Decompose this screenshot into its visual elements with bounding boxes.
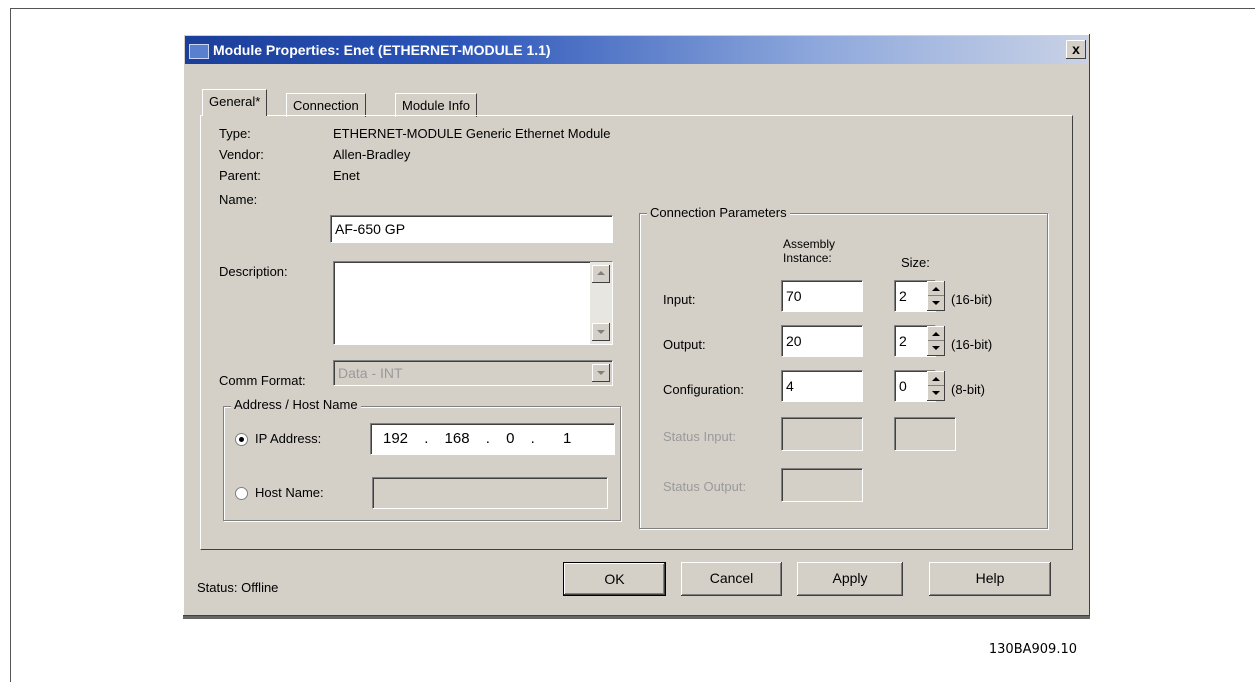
host-name-input[interactable] <box>372 477 608 509</box>
ip-octet-4: 1 <box>562 430 572 447</box>
spin-down-icon <box>932 346 940 350</box>
status-output-label: Status Output: <box>663 479 747 494</box>
status-input-size-field[interactable] <box>894 417 956 451</box>
status-input-label: Status Input: <box>663 429 736 444</box>
description-textarea[interactable] <box>333 261 613 345</box>
ip-dot-2: . <box>485 430 490 447</box>
input-size-spinner[interactable] <box>927 281 945 311</box>
spin-divider <box>928 295 944 296</box>
vendor-value: Allen-Bradley <box>333 147 411 162</box>
scroll-up-button[interactable] <box>592 265 610 283</box>
output-instance-field[interactable]: 20 <box>781 325 863 357</box>
comm-format-value: Data - INT <box>338 365 403 381</box>
tab-module-info[interactable]: Module Info <box>395 93 477 117</box>
parent-value: Enet <box>333 168 360 183</box>
window-title: Module Properties: Enet (ETHERNET-MODULE… <box>213 42 551 58</box>
tab-general[interactable]: General* <box>202 89 268 116</box>
host-name-label: Host Name: <box>255 485 324 500</box>
spin-divider <box>928 385 944 386</box>
dialog-bottom-separator <box>183 616 1090 619</box>
output-unit: (16-bit) <box>951 337 993 352</box>
configuration-instance-field[interactable]: 4 <box>781 370 863 402</box>
type-value: ETHERNET-MODULE Generic Ethernet Module <box>333 126 611 141</box>
chevron-down-icon <box>597 371 605 375</box>
scroll-up-icon <box>597 271 605 275</box>
comm-format-select[interactable]: Data - INT <box>333 360 613 386</box>
comm-format-dropdown-button[interactable] <box>592 364 610 382</box>
help-button[interactable]: Help <box>929 562 1051 596</box>
vendor-label: Vendor: <box>219 147 264 162</box>
status-input-instance-field[interactable] <box>781 417 863 451</box>
spin-up-icon <box>932 377 940 381</box>
type-label: Type: <box>219 126 251 141</box>
spin-down-icon <box>932 391 940 395</box>
output-label: Output: <box>663 337 706 352</box>
tab-connection[interactable]: Connection <box>286 93 366 117</box>
module-properties-dialog: Module Properties: Enet (ETHERNET-MODULE… <box>183 34 1090 616</box>
input-unit: (16-bit) <box>951 292 993 307</box>
description-label: Description: <box>219 264 288 279</box>
page-frame-top <box>10 8 1255 9</box>
ip-octet-1: 192 <box>383 430 409 447</box>
spin-down-icon <box>932 301 940 305</box>
close-button[interactable]: x <box>1066 40 1086 59</box>
ip-octet-3: 0 <box>506 430 515 447</box>
page-frame-left <box>10 8 11 682</box>
assembly-instance-header: Assembly Instance: <box>783 237 836 265</box>
ip-dot-3: . <box>530 430 535 447</box>
connection-parameters-title: Connection Parameters <box>647 205 790 220</box>
spin-up-icon <box>932 332 940 336</box>
host-name-radio[interactable] <box>235 487 248 500</box>
input-label: Input: <box>663 292 696 307</box>
ip-dot-1: . <box>424 430 429 447</box>
comm-format-label: Comm Format: <box>219 373 306 388</box>
status-text: Status: Offline <box>197 580 279 595</box>
cancel-button[interactable]: Cancel <box>681 562 782 596</box>
ip-address-label: IP Address: <box>255 431 322 446</box>
configuration-size-spinner[interactable] <box>927 371 945 401</box>
status-output-instance-field[interactable] <box>781 468 863 502</box>
apply-button[interactable]: Apply <box>797 562 903 596</box>
size-header: Size: <box>901 255 930 270</box>
scroll-down-button[interactable] <box>592 323 610 341</box>
scroll-down-icon <box>597 330 605 334</box>
address-group-title: Address / Host Name <box>231 397 361 412</box>
input-instance-field[interactable]: 70 <box>781 280 863 312</box>
configuration-label: Configuration: <box>663 382 744 397</box>
name-label: Name: <box>219 192 258 207</box>
ip-octet-2: 168 <box>444 430 470 447</box>
figure-code: 130BA909.10 <box>988 642 1077 657</box>
name-input[interactable]: AF-650 GP <box>330 215 613 243</box>
ok-button[interactable]: OK <box>563 562 666 596</box>
close-icon: x <box>1072 41 1080 57</box>
configuration-unit: (8-bit) <box>951 382 985 397</box>
spin-up-icon <box>932 287 940 291</box>
output-size-spinner[interactable] <box>927 326 945 356</box>
ip-address-radio[interactable] <box>235 433 248 446</box>
parent-label: Parent: <box>219 168 261 183</box>
title-bar[interactable]: Module Properties: Enet (ETHERNET-MODULE… <box>185 36 1088 64</box>
window-icon <box>189 44 209 59</box>
spin-divider <box>928 340 944 341</box>
ip-address-input[interactable]: 192 . 168 . 0 . 1 <box>370 423 615 455</box>
